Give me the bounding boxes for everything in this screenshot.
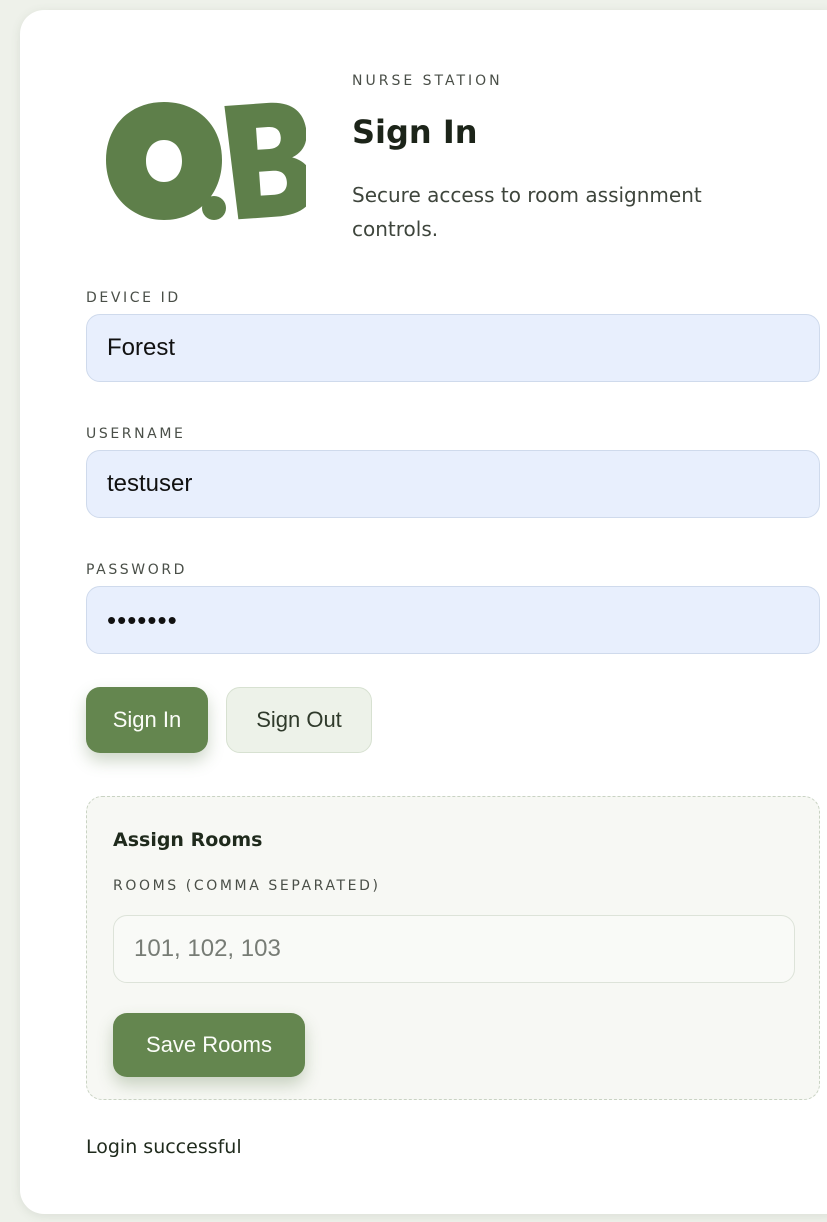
device-id-label: DEVICE ID [86,290,181,306]
status-message: Login successful [86,1136,242,1158]
page-subtitle: Secure access to room assignment control… [352,183,702,241]
page-title: Sign In [352,113,478,151]
save-rooms-button[interactable]: Save Rooms [113,1013,305,1077]
password-input[interactable] [86,586,820,654]
username-label: USERNAME [86,426,186,442]
sign-in-card: NURSE STATION Sign In Secure access to r… [20,10,827,1214]
section-eyebrow: NURSE STATION [352,73,503,89]
sign-out-button[interactable]: Sign Out [226,687,372,753]
rooms-input[interactable] [113,915,795,983]
ob-logo [106,102,306,220]
sign-in-button[interactable]: Sign In [86,687,208,753]
assign-rooms-title: Assign Rooms [113,829,263,851]
device-id-input[interactable] [86,314,820,382]
password-label: PASSWORD [86,562,188,578]
rooms-label: ROOMS (COMMA SEPARATED) [113,878,381,894]
username-input[interactable] [86,450,820,518]
assign-rooms-panel: Assign Rooms ROOMS (COMMA SEPARATED) Sav… [86,796,820,1100]
